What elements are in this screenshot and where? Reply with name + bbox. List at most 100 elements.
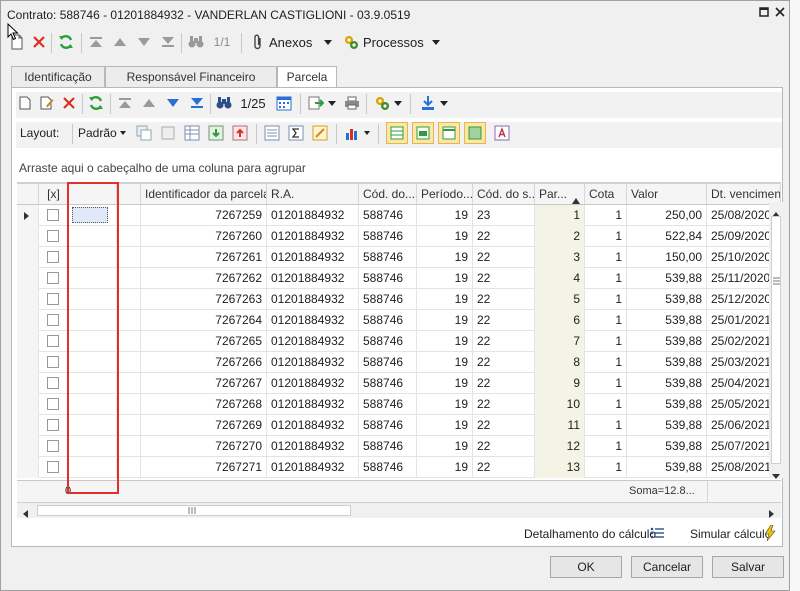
cell-periodo[interactable]: 19 [417, 331, 473, 352]
cell-cod-servico[interactable]: 22 [473, 436, 535, 457]
cell-cota[interactable]: 1 [585, 457, 627, 478]
row-select-cell[interactable] [39, 331, 69, 352]
cell-cota[interactable]: 1 [585, 310, 627, 331]
calendar-icon[interactable] [274, 92, 294, 114]
processes-gear-icon[interactable] [341, 31, 361, 53]
cell-parcela[interactable]: 5 [535, 289, 585, 310]
row-select-cell[interactable] [39, 247, 69, 268]
processos-menu-label[interactable]: Processos [363, 31, 425, 53]
cell-cota[interactable]: 1 [585, 415, 627, 436]
row-blank-cell-2[interactable] [117, 373, 141, 394]
row-blank-cell[interactable] [69, 268, 117, 289]
cell-identificador[interactable]: 7267271 [141, 457, 267, 478]
view-toggle-2-icon[interactable] [412, 122, 434, 144]
cell-cod-servico[interactable]: 22 [473, 394, 535, 415]
row-select-cell[interactable] [39, 289, 69, 310]
chevron-down-icon[interactable] [118, 122, 128, 144]
cell-parcela[interactable]: 3 [535, 247, 585, 268]
filter-icon[interactable] [262, 122, 282, 144]
highlight-icon[interactable] [310, 122, 330, 144]
column-header-parcela[interactable]: Par... [535, 184, 585, 205]
row-blank-cell-2[interactable] [117, 415, 141, 436]
cell-cota[interactable]: 1 [585, 247, 627, 268]
row-blank-cell[interactable] [69, 457, 117, 478]
cell-ra[interactable]: 01201884932 [267, 205, 359, 226]
row-blank-cell-2[interactable] [117, 394, 141, 415]
cell-parcela[interactable]: 4 [535, 268, 585, 289]
cell-ra[interactable]: 01201884932 [267, 226, 359, 247]
cell-valor[interactable]: 150,00 [627, 247, 707, 268]
cell-cod-contrato[interactable]: 588746 [359, 394, 417, 415]
row-select-cell[interactable] [39, 373, 69, 394]
cell-ra[interactable]: 01201884932 [267, 373, 359, 394]
cell-parcela[interactable]: 1 [535, 205, 585, 226]
cell-cota[interactable]: 1 [585, 268, 627, 289]
column-header-cota[interactable]: Cota [585, 184, 627, 205]
cell-valor[interactable]: 539,88 [627, 373, 707, 394]
cell-cota[interactable]: 1 [585, 205, 627, 226]
cell-identificador[interactable]: 7267269 [141, 415, 267, 436]
cell-ra[interactable]: 01201884932 [267, 415, 359, 436]
table-row[interactable]: 7267266 01201884932 588746 19 22 8 1 539,88 25/0… [17, 352, 781, 373]
cell-periodo[interactable]: 19 [417, 373, 473, 394]
cell-periodo[interactable]: 19 [417, 289, 473, 310]
row-select-cell[interactable] [39, 268, 69, 289]
delete-icon[interactable] [60, 92, 78, 114]
row-blank-cell[interactable] [69, 226, 117, 247]
font-icon[interactable] [492, 122, 512, 144]
column-header-identificador[interactable]: Identificador da parcela [141, 184, 267, 205]
cell-cod-contrato[interactable]: 588746 [359, 289, 417, 310]
row-select-cell[interactable] [39, 436, 69, 457]
row-select-cell[interactable] [39, 310, 69, 331]
horizontal-scrollbar[interactable] [17, 502, 781, 518]
cell-periodo[interactable]: 19 [417, 457, 473, 478]
column-header-cod-servico[interactable]: Cód. do s... [473, 184, 535, 205]
row-blank-cell[interactable] [69, 310, 117, 331]
cell-ra[interactable]: 01201884932 [267, 268, 359, 289]
scroll-left-icon[interactable] [23, 507, 28, 521]
chevron-down-icon[interactable] [438, 92, 450, 114]
view-toggle-1-icon[interactable] [386, 122, 408, 144]
layout-save-icon[interactable] [206, 122, 226, 144]
column-header-blank[interactable] [69, 184, 117, 205]
cell-identificador[interactable]: 7267259 [141, 205, 267, 226]
list-detail-icon[interactable] [650, 526, 664, 543]
cell-periodo[interactable]: 19 [417, 205, 473, 226]
edit-icon[interactable] [38, 92, 56, 114]
row-blank-cell[interactable] [69, 205, 117, 226]
row-blank-cell[interactable] [69, 352, 117, 373]
simular-label[interactable]: Simular cálculo [690, 527, 771, 541]
cell-periodo[interactable]: 19 [417, 415, 473, 436]
row-blank-cell-2[interactable] [117, 352, 141, 373]
cell-cota[interactable]: 1 [585, 373, 627, 394]
cell-identificador[interactable]: 7267263 [141, 289, 267, 310]
table-row[interactable]: 7267264 01201884932 588746 19 22 6 1 539,88 25/0… [17, 310, 781, 331]
cell-parcela[interactable]: 2 [535, 226, 585, 247]
cell-identificador[interactable]: 7267270 [141, 436, 267, 457]
row-blank-cell[interactable] [69, 394, 117, 415]
row-blank-cell[interactable] [69, 247, 117, 268]
cell-parcela[interactable]: 13 [535, 457, 585, 478]
cell-periodo[interactable]: 19 [417, 436, 473, 457]
cell-identificador[interactable]: 7267268 [141, 394, 267, 415]
cell-valor[interactable]: 539,88 [627, 289, 707, 310]
cell-ra[interactable]: 01201884932 [267, 457, 359, 478]
cell-valor[interactable]: 539,88 [627, 352, 707, 373]
new-record-icon[interactable] [16, 92, 34, 114]
cell-parcela[interactable]: 11 [535, 415, 585, 436]
cell-parcela[interactable]: 8 [535, 352, 585, 373]
cell-valor[interactable]: 539,88 [627, 415, 707, 436]
cell-identificador[interactable]: 7267262 [141, 268, 267, 289]
export-icon[interactable] [306, 92, 326, 114]
row-blank-cell[interactable] [69, 331, 117, 352]
ok-button[interactable]: OK [550, 556, 622, 578]
cell-identificador[interactable]: 7267261 [141, 247, 267, 268]
cell-cod-servico[interactable]: 22 [473, 352, 535, 373]
close-icon[interactable] [773, 7, 787, 21]
cell-identificador[interactable]: 7267266 [141, 352, 267, 373]
table-row[interactable]: 7267260 01201884932 588746 19 22 2 1 522,84 25/0… [17, 226, 781, 247]
row-blank-cell-2[interactable] [117, 205, 141, 226]
tab-identificacao[interactable]: Identificação [11, 66, 105, 88]
table-row[interactable]: 7267268 01201884932 588746 19 22 10 1 539,88 25/… [17, 394, 781, 415]
column-header-valor[interactable]: Valor [627, 184, 707, 205]
